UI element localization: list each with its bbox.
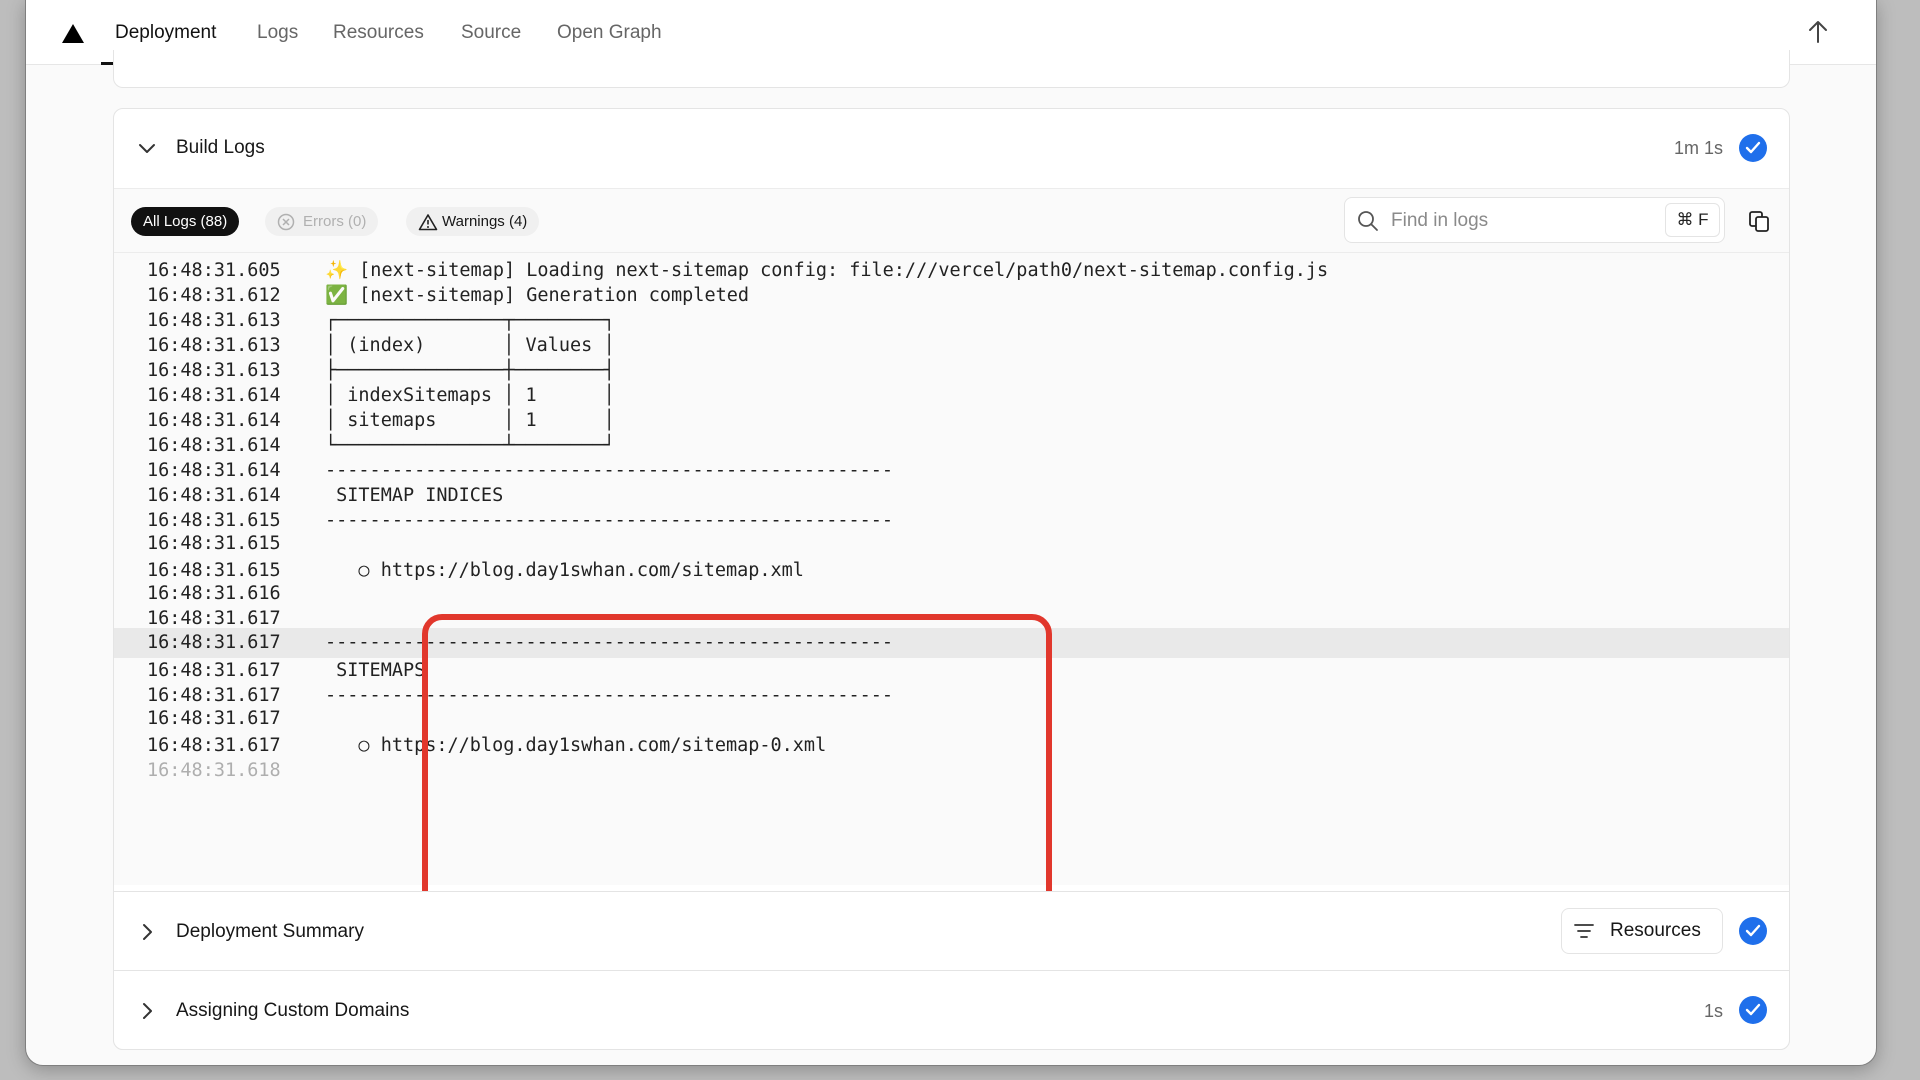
log-line: 16:48:31.615 ----------------------------… bbox=[114, 508, 1789, 533]
log-timestamp: 16:48:31.605 bbox=[147, 260, 281, 281]
log-line: 16:48:31.617 ○ https://blog.day1swhan.co… bbox=[114, 733, 1789, 758]
filter-warnings-label: Warnings (4) bbox=[442, 213, 528, 230]
log-timestamp: 16:48:31.614 bbox=[147, 435, 281, 456]
previous-card bbox=[113, 50, 1790, 88]
log-message: │ (index) │ Values │ bbox=[325, 335, 615, 356]
log-timestamp: 16:48:31.614 bbox=[147, 385, 281, 406]
search-icon bbox=[1358, 211, 1378, 231]
domains-duration: 1s bbox=[1703, 1001, 1723, 1021]
log-line: 16:48:31.617 bbox=[114, 706, 1789, 731]
log-timestamp: 16:48:31.617 bbox=[147, 685, 281, 706]
log-filter-bar: All Logs (88) Errors (0) Warnings (4) Fi… bbox=[114, 188, 1789, 253]
log-message: ----------------------------------------… bbox=[325, 460, 894, 481]
copy-icon[interactable] bbox=[1747, 209, 1771, 233]
build-logs-title: Build Logs bbox=[176, 137, 265, 158]
log-line: 16:48:31.614 ----------------------------… bbox=[114, 458, 1789, 483]
custom-domains-title: Assigning Custom Domains bbox=[176, 1000, 410, 1021]
log-output[interactable]: 16:48:31.605 ✨ [next-sitemap] Loading nex… bbox=[114, 253, 1789, 885]
browser-window: Deployment Logs Resources Source Open Gr… bbox=[25, 0, 1877, 1066]
log-timestamp: 16:48:31.615 bbox=[147, 510, 281, 531]
log-line: 16:48:31.613 ┌───────────────┬────────┐ bbox=[114, 308, 1789, 333]
log-message: ----------------------------------------… bbox=[325, 510, 894, 531]
log-line: 16:48:31.617 ----------------------------… bbox=[114, 683, 1789, 708]
log-timestamp: 16:48:31.615 bbox=[147, 560, 281, 581]
log-timestamp: 16:48:31.617 bbox=[147, 708, 281, 729]
log-message: ○ https://blog.day1swhan.com/sitemap.xml bbox=[325, 560, 804, 581]
success-check-icon bbox=[1739, 996, 1767, 1024]
log-line: 16:48:31.616 bbox=[114, 581, 1789, 606]
log-timestamp: 16:48:31.613 bbox=[147, 360, 281, 381]
log-message: ○ https://blog.day1swhan.com/sitemap-0.x… bbox=[325, 735, 827, 756]
log-message: ┌───────────────┬────────┐ bbox=[325, 310, 615, 331]
log-line: 16:48:31.615 bbox=[114, 531, 1789, 556]
log-line: 16:48:31.618 bbox=[114, 758, 1789, 783]
arrow-up-icon[interactable] bbox=[1804, 18, 1832, 46]
custom-domains-card[interactable]: Assigning Custom Domains 1s bbox=[113, 970, 1790, 1050]
log-timestamp: 16:48:31.617 bbox=[147, 735, 281, 756]
log-message: SITEMAPS bbox=[325, 660, 426, 681]
log-line: 16:48:31.614 SITEMAP INDICES bbox=[114, 483, 1789, 508]
log-search: ⌘ F bbox=[1344, 197, 1725, 243]
log-message: ✨ [next-sitemap] Loading next-sitemap co… bbox=[325, 260, 1329, 281]
log-timestamp: 16:48:31.614 bbox=[147, 460, 281, 481]
log-timestamp: 16:48:31.612 bbox=[147, 285, 281, 306]
log-message: ----------------------------------------… bbox=[325, 632, 894, 653]
build-logs-header[interactable]: Build Logs 1m 1s bbox=[114, 109, 1789, 188]
log-timestamp: 16:48:31.613 bbox=[147, 310, 281, 331]
resources-button-label: Resources bbox=[1610, 920, 1701, 941]
warning-triangle-icon bbox=[418, 214, 438, 231]
success-check-icon bbox=[1739, 917, 1767, 945]
chevron-right-icon[interactable] bbox=[136, 1000, 158, 1022]
chevron-right-icon[interactable] bbox=[136, 921, 158, 943]
chevron-down-icon[interactable] bbox=[136, 137, 158, 159]
search-input[interactable] bbox=[1391, 208, 1651, 234]
log-line: 16:48:31.614 └───────────────┴────────┘ bbox=[114, 433, 1789, 458]
log-timestamp: 16:48:31.616 bbox=[147, 583, 281, 604]
log-message: SITEMAP INDICES bbox=[325, 485, 504, 506]
deployment-summary-title: Deployment Summary bbox=[176, 921, 364, 942]
log-timestamp: 16:48:31.614 bbox=[147, 485, 281, 506]
log-message: └───────────────┴────────┘ bbox=[325, 435, 615, 456]
log-timestamp: 16:48:31.613 bbox=[147, 335, 281, 356]
filter-errors[interactable]: Errors (0) bbox=[265, 207, 379, 236]
log-line: 16:48:31.612 ✅ [next-sitemap] Generation … bbox=[114, 283, 1789, 308]
deployment-summary-card[interactable]: Deployment Summary Resources bbox=[113, 891, 1790, 971]
log-line: 16:48:31.617 ----------------------------… bbox=[114, 628, 1789, 658]
log-line: 16:48:31.613 ├───────────────┼────────┤ bbox=[114, 358, 1789, 383]
error-circle-icon bbox=[277, 213, 295, 231]
filter-lines-icon bbox=[1574, 924, 1594, 938]
log-timestamp: 16:48:31.617 bbox=[147, 660, 281, 681]
success-check-icon bbox=[1739, 134, 1767, 162]
log-message: │ indexSitemaps │ 1 │ bbox=[325, 385, 615, 406]
log-line: 16:48:31.614 │ indexSitemaps │ 1 │ bbox=[114, 383, 1789, 408]
vercel-logo-icon[interactable] bbox=[62, 24, 84, 43]
build-duration: 1m 1s bbox=[1673, 138, 1723, 158]
log-timestamp: 16:48:31.615 bbox=[147, 533, 281, 554]
filter-warnings[interactable]: Warnings (4) bbox=[406, 207, 540, 236]
log-message: ├───────────────┼────────┤ bbox=[325, 360, 615, 381]
log-message: │ sitemaps │ 1 │ bbox=[325, 410, 615, 431]
log-timestamp: 16:48:31.618 bbox=[147, 760, 281, 781]
log-message: ----------------------------------------… bbox=[325, 685, 894, 706]
resources-button[interactable]: Resources bbox=[1561, 908, 1723, 954]
filter-all-logs[interactable]: All Logs (88) bbox=[131, 207, 240, 236]
log-line: 16:48:31.605 ✨ [next-sitemap] Loading nex… bbox=[114, 258, 1789, 283]
log-line: 16:48:31.614 │ sitemaps │ 1 │ bbox=[114, 408, 1789, 433]
search-shortcut: ⌘ F bbox=[1665, 203, 1720, 237]
log-message: ✅ [next-sitemap] Generation completed bbox=[325, 285, 750, 306]
log-timestamp: 16:48:31.614 bbox=[147, 410, 281, 431]
log-timestamp: 16:48:31.617 bbox=[147, 632, 281, 653]
log-line: 16:48:31.617 SITEMAPS bbox=[114, 658, 1789, 683]
log-line: 16:48:31.613 │ (index) │ Values │ bbox=[114, 333, 1789, 358]
log-line: 16:48:31.615 ○ https://blog.day1swhan.co… bbox=[114, 558, 1789, 583]
filter-errors-label: Errors (0) bbox=[303, 213, 367, 230]
